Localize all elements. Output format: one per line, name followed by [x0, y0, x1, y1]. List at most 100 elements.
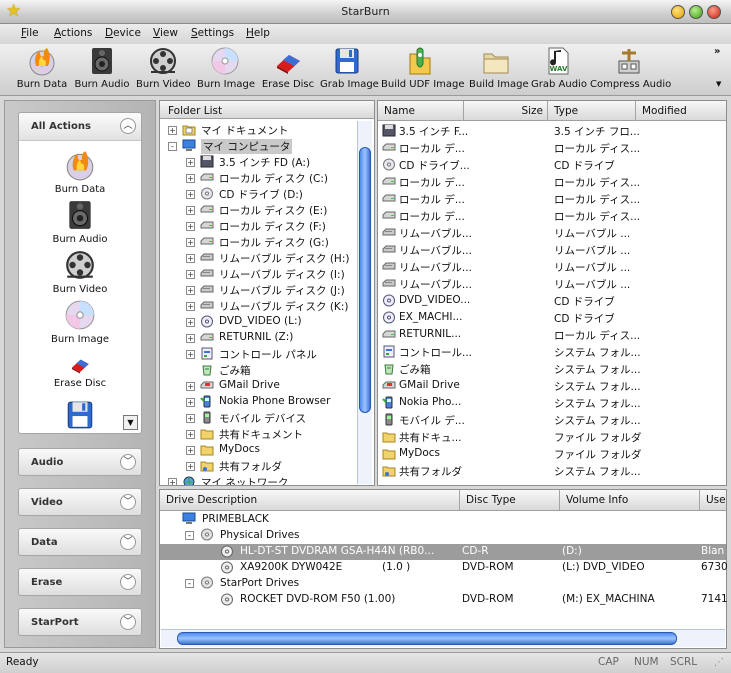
expand-chevron-down-icon[interactable]: ﹀ [120, 454, 136, 470]
column-header-size[interactable]: Size [464, 101, 548, 121]
file-row[interactable]: リムーバブル... リムーバブル ... [378, 276, 726, 293]
menu-settings[interactable]: Settings [191, 27, 234, 39]
folder-tree-item[interactable]: + DVD_VIDEO (L:) [160, 314, 356, 330]
actions-scroll-down-icon[interactable]: ▼ [123, 415, 138, 430]
folder-tree-item[interactable]: + MyDocs [160, 442, 356, 458]
title-bar[interactable]: ★ StarBurn [0, 0, 731, 24]
folder-tree-item[interactable]: + リムーバブル ディスク (J:) [160, 282, 356, 298]
menu-view[interactable]: View [153, 27, 178, 39]
folder-tree-item[interactable]: + 共有フォルダ [160, 458, 356, 474]
file-row[interactable]: ローカル デ... ローカル ディス... [378, 208, 726, 225]
column-header-drive-description[interactable]: Drive Description [160, 490, 460, 511]
resize-grip-icon[interactable]: ⋰ [714, 657, 724, 668]
grab-audio-button[interactable]: WAV Grab Audio [531, 46, 587, 94]
file-row[interactable]: コントロール... システム フォル... [378, 344, 726, 361]
file-row[interactable]: DVD_VIDEO... CD ドライブ [378, 293, 726, 310]
expand-icon[interactable]: + [186, 270, 195, 279]
folder-tree-item[interactable]: + 共有ドキュメント [160, 426, 356, 442]
drive-group-starport[interactable]: - StarPort Drives [160, 576, 726, 592]
file-row[interactable]: ローカル デ... ローカル ディス... [378, 140, 726, 157]
expand-icon[interactable]: + [186, 334, 195, 343]
grab-image-button[interactable]: Grab Image [320, 46, 379, 94]
folder-tree-item[interactable]: + GMail Drive [160, 378, 356, 394]
expand-icon[interactable]: + [186, 222, 195, 231]
file-row[interactable]: 3.5 インチ F... 3.5 インチ フロ... [378, 123, 726, 140]
scrollbar-thumb[interactable] [359, 147, 371, 413]
action-burn-data[interactable]: Burn Data [19, 149, 141, 195]
scrollbar-thumb[interactable] [177, 632, 677, 645]
file-row[interactable]: RETURNIL... ローカル ディス... [378, 327, 726, 344]
file-row[interactable]: リムーバブル... リムーバブル ... [378, 225, 726, 242]
file-row[interactable]: GMail Drive システム フォル... [378, 378, 726, 395]
burn-data-button[interactable]: Burn Data [16, 46, 68, 94]
expand-icon[interactable]: + [186, 254, 195, 263]
column-header-use[interactable]: Use [700, 490, 726, 511]
expand-icon[interactable]: + [186, 158, 195, 167]
folder-tree-item[interactable]: + ローカル ディスク (F:) [160, 218, 356, 234]
file-row[interactable]: リムーバブル... リムーバブル ... [378, 242, 726, 259]
menu-actions[interactable]: Actions [54, 27, 92, 39]
file-row[interactable]: リムーバブル... リムーバブル ... [378, 259, 726, 276]
burn-audio-button[interactable]: Burn Audio [73, 46, 131, 94]
file-row[interactable]: ローカル デ... ローカル ディス... [378, 174, 726, 191]
file-row[interactable]: 共有ドキュ... ファイル フォルダ [378, 429, 726, 446]
expand-icon[interactable]: + [186, 430, 195, 439]
folder-tree-item[interactable]: ごみ箱 [160, 362, 356, 378]
expand-icon[interactable]: + [186, 190, 195, 199]
expand-icon[interactable]: + [186, 318, 195, 327]
compress-audio-button[interactable]: Compress Audio [590, 46, 671, 94]
file-row[interactable]: MyDocs ファイル フォルダ [378, 446, 726, 463]
folder-tree-item[interactable]: +3.5 インチ FD (A:) [160, 154, 356, 170]
collapse-icon[interactable]: - [185, 531, 194, 540]
action-burn-image[interactable]: Burn Image [19, 299, 141, 345]
folder-tree-item[interactable]: + リムーバブル ディスク (K:) [160, 298, 356, 314]
toolbar-overflow-chevron-icon[interactable]: » [714, 46, 720, 57]
category-data[interactable]: Data ﹀ [18, 528, 142, 556]
file-row[interactable]: Nokia Pho... システム フォル... [378, 395, 726, 412]
all-actions-header[interactable]: All Actions ︿ [19, 113, 141, 141]
category-starport[interactable]: StarPort ﹀ [18, 608, 142, 636]
folder-tree-item[interactable]: - マイ コンピュータ [160, 138, 356, 154]
file-row[interactable]: EX_MACHI... CD ドライブ [378, 310, 726, 327]
expand-icon[interactable]: + [186, 174, 195, 183]
drive-row[interactable]: XA9200K DYW042E (1.0 ) DVD-ROM (L:) DVD_… [160, 560, 728, 576]
column-header-volume-info[interactable]: Volume Info [560, 490, 700, 511]
column-header-type[interactable]: Type [548, 101, 636, 121]
folder-tree-item[interactable]: + リムーバブル ディスク (I:) [160, 266, 356, 282]
erase-disc-button[interactable]: Erase Disc [261, 46, 315, 94]
build-image-button[interactable]: Build Image [469, 46, 529, 94]
expand-icon[interactable]: + [186, 350, 195, 359]
drive-row-selected[interactable]: HL-DT-ST DVDRAM GSA-H44N (RB0... CD-R (D… [160, 544, 726, 560]
file-row[interactable]: ごみ箱 システム フォル... [378, 361, 726, 378]
folder-tree-item[interactable]: + マイ ドキュメント [160, 122, 356, 138]
folder-tree-item[interactable]: + マイ ネットワーク [160, 474, 356, 485]
burn-video-button[interactable]: Burn Video [136, 46, 191, 94]
folder-list-scrollbar[interactable] [357, 121, 372, 484]
drive-group-physical[interactable]: - Physical Drives [160, 528, 726, 544]
folder-tree-item[interactable]: + CD ドライブ (D:) [160, 186, 356, 202]
drive-row[interactable]: ROCKET DVD-ROM F50 (1.00) DVD-ROM (M:) E… [160, 592, 728, 608]
column-header-modified[interactable]: Modified [636, 101, 726, 121]
expand-icon[interactable]: + [186, 414, 195, 423]
drive-tree-root[interactable]: PRIMEBLACK [160, 512, 726, 528]
action-erase-disc[interactable]: Erase Disc [19, 353, 141, 389]
expand-icon[interactable]: + [168, 126, 177, 135]
expand-icon[interactable]: + [186, 398, 195, 407]
folder-tree-item[interactable]: + ローカル ディスク (G:) [160, 234, 356, 250]
drive-pane-scrollbar[interactable] [161, 629, 725, 647]
burn-image-button[interactable]: Burn Image [197, 46, 255, 94]
collapse-icon[interactable]: - [168, 142, 177, 151]
folder-tree-item[interactable]: + コントロール パネル [160, 346, 356, 362]
expand-icon[interactable]: + [186, 382, 195, 391]
file-row[interactable]: 共有フォルダ システム フォル... [378, 463, 726, 480]
collapse-icon[interactable]: - [185, 579, 194, 588]
expand-chevron-down-icon[interactable]: ﹀ [120, 614, 136, 630]
collapse-chevron-up-icon[interactable]: ︿ [120, 118, 136, 134]
folder-tree-item[interactable]: + Nokia Phone Browser [160, 394, 356, 410]
folder-tree-item[interactable]: + ローカル ディスク (E:) [160, 202, 356, 218]
category-audio[interactable]: Audio ﹀ [18, 448, 142, 476]
toolbar-options-arrow-icon[interactable]: ▼ [716, 80, 721, 88]
expand-icon[interactable]: + [186, 446, 195, 455]
maximize-button[interactable] [689, 5, 703, 19]
action-burn-audio[interactable]: Burn Audio [19, 199, 141, 245]
